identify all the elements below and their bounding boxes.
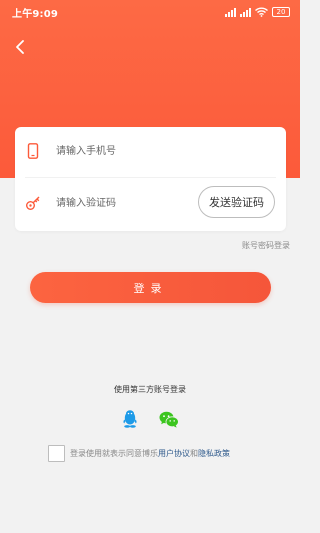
qq-icon <box>123 410 137 428</box>
send-code-button[interactable]: 发送验证码 <box>198 186 275 218</box>
agreement-text: 登录使用就表示同意博乐 <box>70 448 158 458</box>
wechat-login-button[interactable] <box>158 409 180 429</box>
code-row: 发送验证码 <box>15 179 286 227</box>
agreement-row: 登录使用就表示同意博乐 用户协议 和 隐私政策 <box>48 444 288 462</box>
wechat-icon <box>159 411 179 428</box>
battery-level: 20 <box>276 8 286 16</box>
back-button[interactable] <box>10 36 30 58</box>
agreement-and-text: 和 <box>190 448 198 458</box>
agreement-checkbox[interactable] <box>48 444 65 462</box>
key-icon <box>24 194 42 212</box>
wifi-icon <box>255 7 268 17</box>
verification-code-input[interactable] <box>56 191 206 215</box>
signal-icon <box>225 7 236 17</box>
phone-row <box>15 127 286 175</box>
login-form-card: 发送验证码 <box>15 127 286 231</box>
status-icons: 20 <box>225 7 290 17</box>
battery-icon: 20 <box>272 7 290 17</box>
privacy-policy-link[interactable]: 隐私政策 <box>198 448 230 459</box>
divider <box>25 177 276 178</box>
signal-icon <box>240 7 251 17</box>
login-button[interactable]: 登录 <box>30 272 271 303</box>
chevron-left-icon <box>16 40 24 54</box>
third-party-login-title: 使用第三方账号登录 <box>114 385 186 394</box>
password-login-link[interactable]: 账号密码登录 <box>242 240 290 251</box>
qq-login-button[interactable] <box>120 409 140 429</box>
phone-icon <box>24 142 42 160</box>
phone-input[interactable] <box>56 139 206 163</box>
status-time: 上午9:09 <box>12 8 59 20</box>
user-agreement-link[interactable]: 用户协议 <box>158 448 190 459</box>
status-bar: 上午9:09 20 <box>0 0 300 24</box>
